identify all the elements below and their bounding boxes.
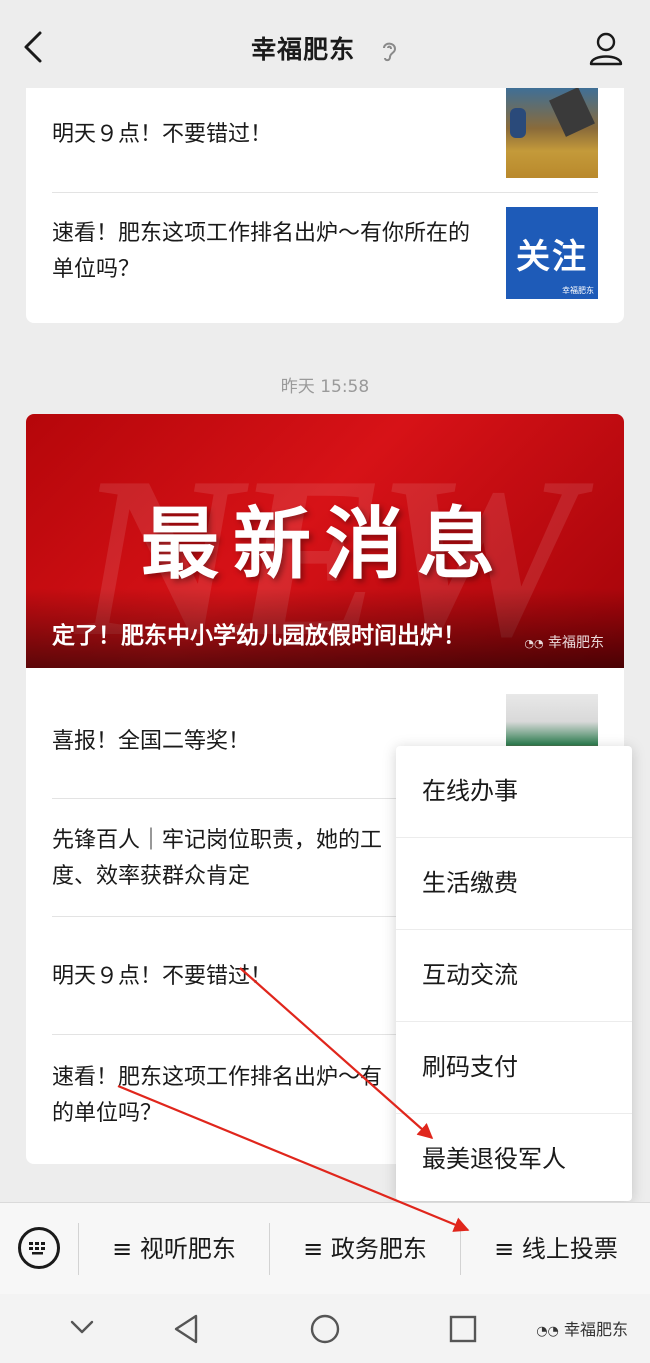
article-title: 喜报！全国二等奖！ — [52, 729, 251, 754]
menu-button-audiovisual[interactable]: ≡ 视听肥东 — [80, 1203, 268, 1295]
watermark-text: 幸福肥东 — [563, 1320, 628, 1339]
menu-separator — [460, 1223, 461, 1275]
article-title: 明天９点！不要错过！ — [52, 122, 273, 147]
chevron-down-icon[interactable] — [68, 1318, 96, 1336]
top-bar: 幸福肥东 — [0, 0, 650, 88]
profile-icon[interactable] — [588, 30, 624, 66]
keyboard-icon[interactable] — [18, 1227, 60, 1269]
headline-banner[interactable]: NEW 最新消息 定了！肥东中小学幼儿园放假时间出炉！ ◔◔ 幸福肥东 — [26, 414, 624, 668]
article-title: 明天９点！不要错过！ — [52, 964, 273, 989]
article-card-1: 明天９点！不要错过！ 速看！肥东这项工作排名出炉～有你所在的单位吗？ 关注 幸福… — [26, 88, 624, 323]
account-name: 幸福肥东 — [251, 35, 356, 64]
message-timestamp: 昨天 15:58 — [280, 377, 370, 397]
system-nav-bar: ◔◔ 幸福肥东 — [0, 1294, 650, 1363]
bottom-menu-bar: ≡ 视听肥东 ≡ 政务肥东 ≡ 线上投票 — [0, 1202, 650, 1295]
banner-watermark: ◔◔ 幸福肥东 — [524, 632, 604, 652]
watermark: ◔◔ 幸福肥东 — [536, 1316, 628, 1340]
submenu-popup: 在线办事 生活缴费 互动交流 刷码支付 最美退役军人 — [396, 746, 632, 1201]
submenu-item-interaction[interactable]: 互动交流 — [396, 930, 632, 1022]
wechat-icon: ◔◔ — [536, 1324, 559, 1339]
menu-button-government[interactable]: ≡ 政务肥东 — [270, 1203, 460, 1295]
nav-recents-icon[interactable] — [446, 1312, 480, 1346]
banner-watermark-text: 幸福肥东 — [548, 635, 604, 651]
article-title: 速看！肥东这项工作排名出炉～有你所在的单位吗？ — [52, 221, 471, 282]
menu-button-online-voting[interactable]: ≡ 线上投票 — [462, 1203, 650, 1295]
submenu-item-code-payment[interactable]: 刷码支付 — [396, 1022, 632, 1114]
submenu-item-veterans[interactable]: 最美退役军人 — [396, 1114, 632, 1205]
list-item[interactable]: 明天９点！不要错过！ — [52, 88, 598, 193]
nav-home-icon[interactable] — [308, 1312, 342, 1346]
submenu-item-online-services[interactable]: 在线办事 — [396, 746, 632, 838]
wechat-icon: ◔◔ — [524, 637, 544, 650]
list-item[interactable]: 速看！肥东这项工作排名出炉～有你所在的单位吗？ 关注 幸福肥东 — [52, 193, 598, 323]
menu-separator — [78, 1223, 79, 1275]
submenu-item-bill-payment[interactable]: 生活缴费 — [396, 838, 632, 930]
article-thumbnail: 关注 幸福肥东 — [506, 207, 598, 299]
article-thumbnail — [506, 88, 598, 178]
banner-headline: 最新消息 — [140, 500, 509, 590]
ear-icon[interactable] — [379, 39, 399, 63]
page-title: 幸福肥东 — [0, 30, 650, 66]
nav-back-icon[interactable] — [170, 1312, 204, 1346]
banner-caption: 定了！肥东中小学幼儿园放假时间出炉！ — [52, 623, 466, 649]
thumbnail-text: 关注 — [516, 237, 588, 277]
thumbnail-subtext: 幸福肥东 — [562, 286, 594, 295]
